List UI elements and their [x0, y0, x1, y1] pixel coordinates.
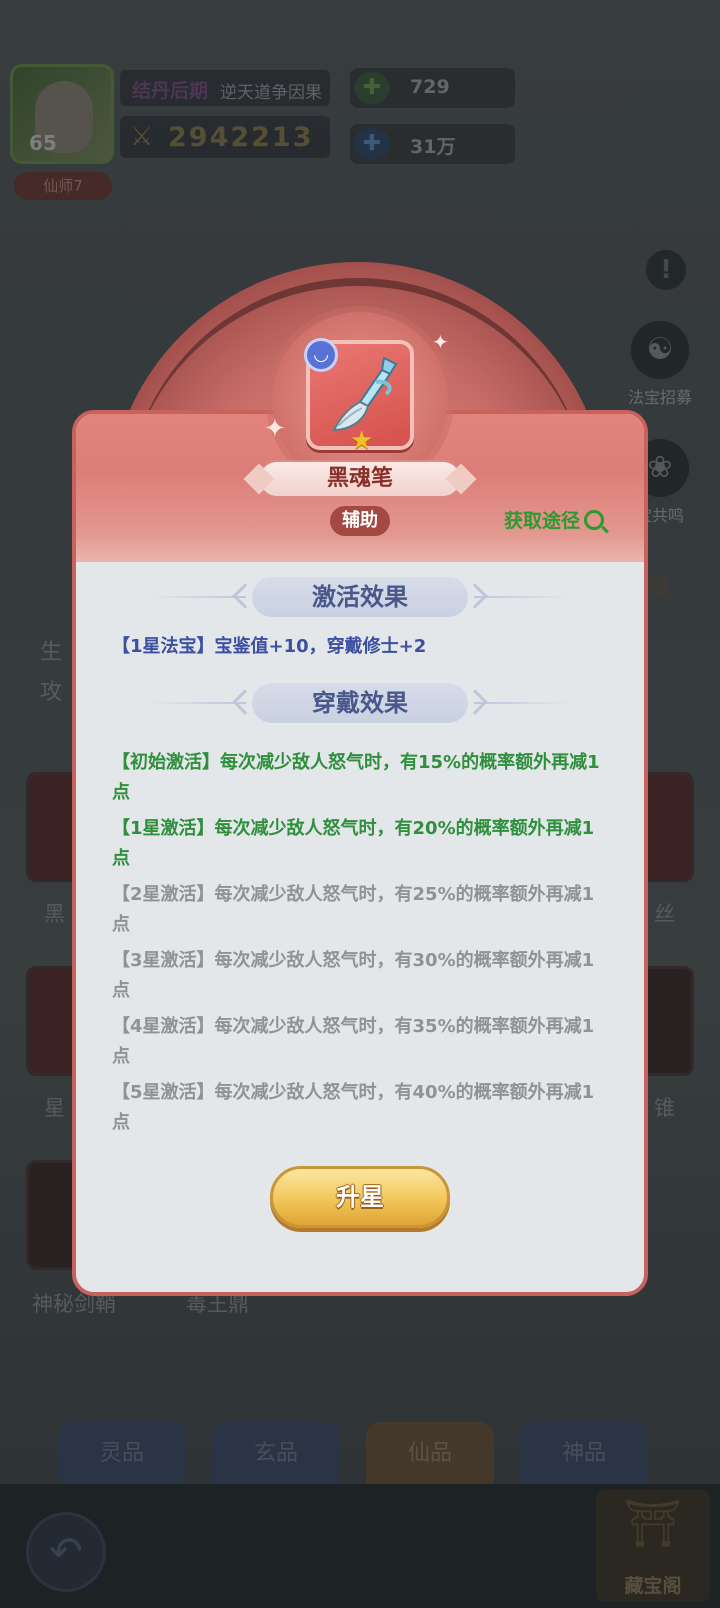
brush-icon [332, 356, 398, 432]
item-name: 黑魂笔 [258, 460, 462, 498]
effect-item: 【1星激活】每次减少敌人怒气时，有20%的概率额外再减1点 [112, 818, 595, 869]
source-link-label: 获取途径 [504, 510, 581, 532]
magnifier-icon [584, 510, 605, 530]
effect-item: 【4星激活】每次减少敌人怒气时，有35%的概率额外再减1点 [112, 1016, 595, 1067]
star-icon: ★ [350, 426, 374, 456]
effect-item: 【3星激活】每次减少敌人怒气时，有30%的概率额外再减1点 [112, 950, 595, 1001]
wear-effects-list: 【初始激活】每次减少敌人怒气时，有15%的概率额外再减1点 【1星激活】每次减少… [112, 748, 612, 1144]
sparkle-icon: ✦ [264, 414, 286, 444]
sparkle-icon: ✦ [432, 330, 449, 354]
wear-effect-title: 穿戴效果 [252, 683, 468, 723]
effect-item: 【初始激活】每次减少敌人怒气时，有15%的概率额外再减1点 [112, 752, 600, 803]
activate-effect-title: 激活效果 [252, 577, 468, 617]
item-role-badge: 辅助 [330, 506, 390, 536]
effect-item: 【2星激活】每次减少敌人怒气时，有25%的概率额外再减1点 [112, 884, 595, 935]
activate-effect-text: 【1星法宝】宝鉴值+10，穿戴修士+2 [112, 636, 427, 657]
source-link[interactable]: 获取途径 [504, 506, 605, 533]
upgrade-star-button[interactable]: 升星 [270, 1166, 450, 1228]
section-divider [474, 596, 570, 598]
effect-item: 【5星激活】每次减少敌人怒气时，有40%的概率额外再减1点 [112, 1082, 595, 1133]
support-type-icon: ◡ [304, 338, 338, 372]
section-divider [474, 702, 570, 704]
